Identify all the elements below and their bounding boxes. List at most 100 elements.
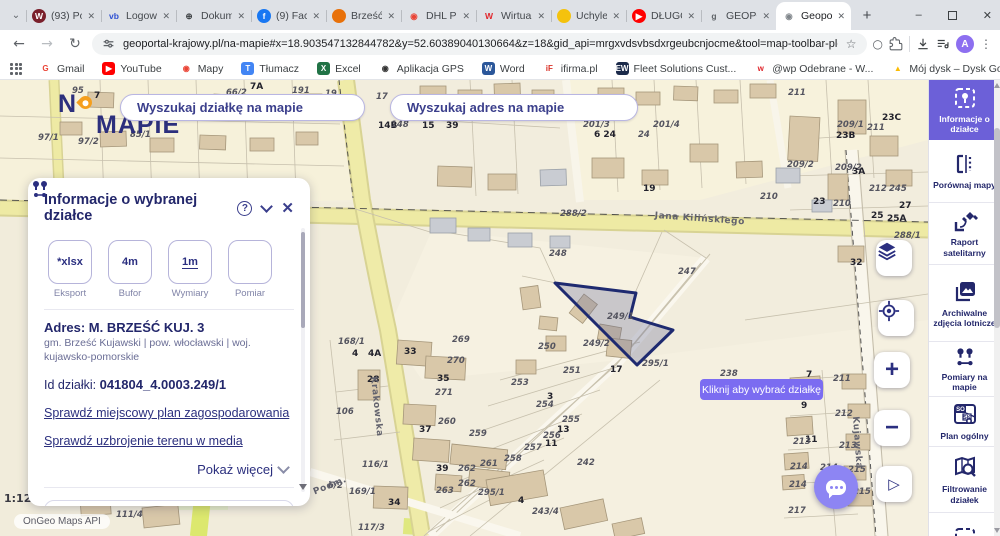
bookmark-label: ifirma.pl	[560, 62, 598, 75]
bookmark-item[interactable]: X Excel	[310, 62, 368, 75]
chat-widget-button[interactable]	[814, 465, 858, 509]
bookmark-item[interactable]: W Word	[475, 62, 532, 75]
parcel-info-panel: Informacje o wybranej działce ? ✕ *xlsx …	[28, 178, 310, 506]
search-plot-input[interactable]: Wyszukaj działkę na mapie	[120, 94, 365, 121]
browser-tab[interactable]: W Wirtuali ✕	[476, 2, 551, 30]
browser-menu-icon[interactable]: ⋮	[980, 37, 992, 51]
tab-title: Wirtuali	[501, 10, 532, 22]
site-settings-icon[interactable]	[102, 38, 115, 51]
bookmark-item[interactable]: iF ifirma.pl	[536, 62, 605, 75]
reading-list-icon[interactable]	[936, 37, 950, 51]
panel-scroll-down-icon[interactable]	[299, 484, 307, 490]
scroll-down-icon[interactable]	[994, 528, 1000, 533]
browser-tab[interactable]: f (9) Face ✕	[251, 2, 326, 30]
back-button[interactable]: ←	[8, 33, 30, 55]
browser-tab[interactable]: vb Logowa ✕	[101, 2, 176, 30]
bookmark-star-icon[interactable]: ☆	[846, 37, 857, 51]
forward-button[interactable]: →	[36, 33, 58, 55]
scroll-up-icon[interactable]	[994, 83, 1000, 88]
logo-text-line1: N	[58, 90, 78, 118]
sidebar-expand-button[interactable]: ▷	[876, 466, 912, 502]
tab-favicon	[557, 9, 571, 23]
map-viewport[interactable]: 95 7 97/1 97/2 85/1 66/2 7A 191 19 17 14…	[0, 80, 928, 536]
tab-search-chevron-icon[interactable]: ⌄	[6, 3, 26, 27]
bookmark-favicon: ▶	[102, 62, 116, 75]
tab-close-icon[interactable]: ✕	[537, 11, 545, 22]
extension-circle-icon[interactable]: ○	[873, 37, 883, 51]
sidebar-item-map-measurements[interactable]: Pomiary na mapie	[929, 342, 1000, 397]
bookmark-item[interactable]: w @wp Odebrane - W...	[747, 62, 880, 75]
search-address-input[interactable]: Wyszukaj adres na mapie	[390, 94, 638, 121]
bookmark-favicon: X	[317, 62, 331, 75]
show-more-button[interactable]: Pokaż więcej	[44, 461, 290, 477]
bookmark-label: Word	[499, 62, 525, 75]
diagnosis-section-header[interactable]: Diagnoza działki	[44, 500, 294, 506]
tab-close-icon[interactable]: ✕	[462, 11, 470, 22]
browser-tab[interactable]: Brześć K ✕	[326, 2, 401, 30]
help-icon[interactable]: ?	[237, 200, 253, 216]
bookmark-item[interactable]: ▲ Mój dysk – Dysk Go...	[884, 62, 1000, 75]
sidebar-item-satellite-report[interactable]: Raport satelitarny	[929, 203, 1000, 265]
browser-tab[interactable]: ◉ Geopor ✕	[776, 2, 851, 30]
profile-avatar[interactable]: A	[956, 35, 974, 53]
bookmark-item[interactable]: ◉ Aplikacja GPS	[372, 62, 471, 75]
bookmark-label: Fleet Solutions Cust...	[633, 62, 737, 75]
browser-tab[interactable]: g GEOPOR ✕	[701, 2, 776, 30]
close-window-button[interactable]: ✕	[983, 9, 992, 22]
tab-close-icon[interactable]: ✕	[612, 11, 620, 22]
browser-tab[interactable]: ▶ DŁUGOS ✕	[626, 2, 701, 30]
new-tab-button[interactable]: +	[855, 3, 879, 27]
dimensions-button[interactable]: 1m Wymiary	[166, 240, 214, 299]
geolocate-button[interactable]	[878, 300, 914, 336]
browser-tab[interactable]: ⊕ Dokum ✕	[176, 2, 251, 30]
close-panel-icon[interactable]: ✕	[281, 199, 294, 217]
sidebar-item-filter-parcels[interactable]: Filtrowanie działek	[929, 447, 1000, 513]
extensions-puzzle-icon[interactable]	[889, 37, 903, 51]
bookmark-item[interactable]: EW Fleet Solutions Cust...	[609, 62, 744, 75]
tab-close-icon[interactable]: ✕	[762, 11, 770, 22]
sidebar-item-archive-photos[interactable]: Archiwalne zdjęcia lotnicze	[929, 265, 1000, 342]
apps-grid-icon[interactable]	[10, 62, 22, 75]
bookmark-favicon: ◉	[381, 63, 389, 73]
browser-tab[interactable]: Uchylen ✕	[551, 2, 626, 30]
tab-close-icon[interactable]: ✕	[87, 11, 95, 22]
url-text[interactable]: geoportal-krajowy.pl/na-mapie#x=18.90354…	[123, 38, 838, 50]
browser-tab[interactable]: ◉ DHL Pa ✕	[401, 2, 476, 30]
panel-scrollbar[interactable]	[301, 228, 305, 492]
address-bar[interactable]: geoportal-krajowy.pl/na-mapie#x=18.90354…	[92, 33, 867, 55]
sidebar-item-parcel-info[interactable]: Informacje o działce	[929, 80, 1000, 140]
export-button[interactable]: *xlsx Eksport	[46, 240, 94, 299]
layers-button[interactable]	[876, 240, 912, 276]
tab-close-icon[interactable]: ✕	[837, 11, 845, 22]
bookmark-item[interactable]: ▶ YouTube	[95, 62, 168, 75]
scrollbar-thumb[interactable]	[994, 128, 1000, 328]
zoom-in-button[interactable]: +	[874, 352, 910, 388]
reload-button[interactable]: ↻	[64, 33, 86, 55]
partial-tool-icon	[954, 528, 975, 536]
measure-button[interactable]: Pomiar	[33, 181, 274, 299]
zoom-out-button[interactable]: −	[874, 410, 910, 446]
sidebar-item-general-plan[interactable]: SO SK Plan ogólny	[929, 397, 1000, 447]
tab-close-icon[interactable]: ✕	[387, 11, 395, 22]
address-toolbar: ← → ↻ geoportal-krajowy.pl/na-mapie#x=18…	[0, 30, 1000, 58]
window-scrollbar[interactable]	[994, 80, 1000, 536]
bookmark-favicon: EW	[615, 62, 629, 75]
tab-close-icon[interactable]: ✕	[162, 11, 170, 22]
download-icon[interactable]	[916, 37, 930, 51]
bookmark-item[interactable]: ◉ Mapy	[173, 62, 231, 75]
bookmarks-bar: G Gmail ▶ YouTube ◉ Mapy T Tłumacz X Exc…	[0, 58, 1000, 80]
collapse-panel-icon[interactable]	[260, 199, 274, 213]
buffer-button[interactable]: 4m Bufor	[106, 240, 154, 299]
tab-close-icon[interactable]: ✕	[312, 11, 320, 22]
tab-close-icon[interactable]: ✕	[237, 11, 245, 22]
minimize-button[interactable]: –	[916, 9, 922, 21]
bookmark-item[interactable]: G Gmail	[32, 62, 91, 75]
browser-tab[interactable]: W (93) Pow ✕	[26, 2, 101, 30]
sidebar-item-partial[interactable]	[929, 513, 1000, 536]
bookmark-item[interactable]: T Tłumacz	[234, 62, 306, 75]
maximize-button[interactable]	[947, 10, 957, 20]
tab-close-icon[interactable]: ✕	[687, 11, 695, 22]
link-utilities[interactable]: Sprawdź uzbrojenie terenu w media	[44, 434, 294, 448]
link-local-plan[interactable]: Sprawdź miejscowy plan zagospodarowania	[44, 406, 294, 420]
sidebar-item-compare-maps[interactable]: Porównaj mapy	[929, 140, 1000, 203]
